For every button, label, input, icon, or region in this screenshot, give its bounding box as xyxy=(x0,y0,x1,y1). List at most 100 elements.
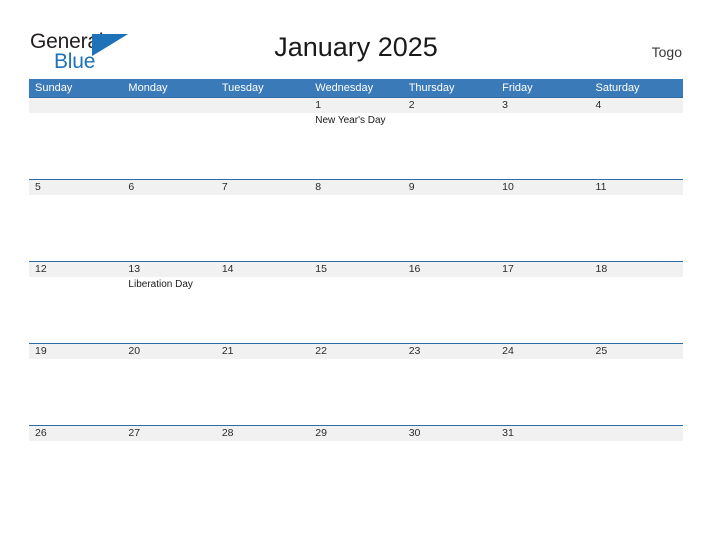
day-cell[interactable] xyxy=(216,359,309,425)
date-number[interactable]: 21 xyxy=(216,344,309,359)
day-cell[interactable] xyxy=(496,277,589,343)
day-cell[interactable] xyxy=(496,441,589,507)
weekday-wednesday: Wednesday xyxy=(315,82,374,94)
weekday-saturday: Saturday xyxy=(595,82,640,94)
day-cell[interactable] xyxy=(309,195,402,261)
weekday-friday: Friday xyxy=(502,82,533,94)
date-number[interactable]: 13 xyxy=(122,262,215,277)
day-cell[interactable] xyxy=(590,441,683,507)
date-number[interactable] xyxy=(122,98,215,113)
date-number[interactable]: 27 xyxy=(122,426,215,441)
weekday-thursday: Thursday xyxy=(408,82,455,94)
date-number[interactable] xyxy=(590,426,683,441)
date-number[interactable]: 14 xyxy=(216,262,309,277)
calendar-week-row: 5 6 7 8 9 10 11 xyxy=(29,179,683,261)
date-number[interactable] xyxy=(216,98,309,113)
day-cell[interactable] xyxy=(403,195,496,261)
day-cell[interactable] xyxy=(216,441,309,507)
day-cell[interactable] xyxy=(590,195,683,261)
day-cell[interactable] xyxy=(590,277,683,343)
day-cell[interactable] xyxy=(403,277,496,343)
date-number[interactable]: 30 xyxy=(403,426,496,441)
date-number[interactable]: 17 xyxy=(496,262,589,277)
date-number[interactable]: 20 xyxy=(122,344,215,359)
week-event-band xyxy=(29,195,683,261)
date-number[interactable]: 2 xyxy=(403,98,496,113)
date-number[interactable]: 26 xyxy=(29,426,122,441)
week-date-band: 5 6 7 8 9 10 11 xyxy=(29,180,683,195)
date-number[interactable]: 15 xyxy=(309,262,402,277)
weekday-header-row: Sunday Monday Tuesday Wednesday Thursday… xyxy=(29,79,683,97)
date-number[interactable]: 25 xyxy=(590,344,683,359)
date-number[interactable]: 29 xyxy=(309,426,402,441)
day-cell[interactable] xyxy=(122,195,215,261)
day-cell[interactable] xyxy=(403,441,496,507)
day-cell[interactable] xyxy=(496,359,589,425)
week-date-band: 26 27 28 29 30 31 xyxy=(29,426,683,441)
date-number[interactable]: 19 xyxy=(29,344,122,359)
week-event-band: Liberation Day xyxy=(29,277,683,343)
date-number[interactable]: 31 xyxy=(496,426,589,441)
day-cell[interactable] xyxy=(216,113,309,179)
date-number[interactable]: 8 xyxy=(309,180,402,195)
weekday-monday: Monday xyxy=(128,82,168,94)
day-cell[interactable] xyxy=(590,359,683,425)
date-number[interactable]: 16 xyxy=(403,262,496,277)
day-cell[interactable] xyxy=(29,195,122,261)
day-cell[interactable] xyxy=(29,359,122,425)
day-cell[interactable]: New Year's Day xyxy=(309,113,402,179)
date-number[interactable]: 10 xyxy=(496,180,589,195)
day-cell[interactable] xyxy=(122,113,215,179)
calendar-grid: Sunday Monday Tuesday Wednesday Thursday… xyxy=(29,79,683,507)
day-cell[interactable] xyxy=(122,359,215,425)
date-number[interactable]: 5 xyxy=(29,180,122,195)
week-date-band: 12 13 14 15 16 17 18 xyxy=(29,262,683,277)
date-number[interactable]: 23 xyxy=(403,344,496,359)
day-cell[interactable] xyxy=(403,359,496,425)
date-number[interactable]: 6 xyxy=(122,180,215,195)
day-cell[interactable] xyxy=(309,277,402,343)
week-date-band: 1 2 3 4 xyxy=(29,98,683,113)
day-cell[interactable] xyxy=(496,113,589,179)
day-cell[interactable] xyxy=(496,195,589,261)
weekday-sunday: Sunday xyxy=(35,82,73,94)
day-cell[interactable] xyxy=(309,441,402,507)
day-cell[interactable] xyxy=(29,441,122,507)
calendar-week-row: 19 20 21 22 23 24 25 xyxy=(29,343,683,425)
weekday-tuesday: Tuesday xyxy=(221,82,264,94)
date-number[interactable]: 11 xyxy=(590,180,683,195)
page-title: January 2025 xyxy=(274,32,438,62)
week-date-band: 19 20 21 22 23 24 25 xyxy=(29,344,683,359)
event-label: Liberation Day xyxy=(128,279,193,290)
calendar-week-row: 12 13 14 15 16 17 18 Liberation Day xyxy=(29,261,683,343)
day-cell[interactable] xyxy=(122,441,215,507)
week-event-band xyxy=(29,359,683,425)
day-cell[interactable]: Liberation Day xyxy=(122,277,215,343)
date-number[interactable]: 12 xyxy=(29,262,122,277)
week-event-band xyxy=(29,441,683,507)
day-cell[interactable] xyxy=(216,195,309,261)
date-number[interactable]: 4 xyxy=(590,98,683,113)
calendar-week-row: 1 2 3 4 New Year's Day xyxy=(29,97,683,179)
date-number[interactable] xyxy=(29,98,122,113)
date-number[interactable]: 18 xyxy=(590,262,683,277)
date-number[interactable]: 28 xyxy=(216,426,309,441)
date-number[interactable]: 22 xyxy=(309,344,402,359)
date-number[interactable]: 24 xyxy=(496,344,589,359)
date-number[interactable]: 9 xyxy=(403,180,496,195)
day-cell[interactable] xyxy=(29,277,122,343)
day-cell[interactable] xyxy=(403,113,496,179)
date-number[interactable]: 1 xyxy=(309,98,402,113)
day-cell[interactable] xyxy=(216,277,309,343)
calendar-page: General Blue January 2025 Togo Sunday Mo… xyxy=(0,0,712,550)
event-label: New Year's Day xyxy=(315,115,386,126)
day-cell[interactable] xyxy=(309,359,402,425)
day-cell[interactable] xyxy=(590,113,683,179)
week-event-band: New Year's Day xyxy=(29,113,683,179)
page-header: General Blue January 2025 Togo xyxy=(0,0,712,76)
date-number[interactable]: 7 xyxy=(216,180,309,195)
calendar-week-row: 26 27 28 29 30 31 xyxy=(29,425,683,507)
day-cell[interactable] xyxy=(29,113,122,179)
country-label: Togo xyxy=(651,44,682,60)
date-number[interactable]: 3 xyxy=(496,98,589,113)
